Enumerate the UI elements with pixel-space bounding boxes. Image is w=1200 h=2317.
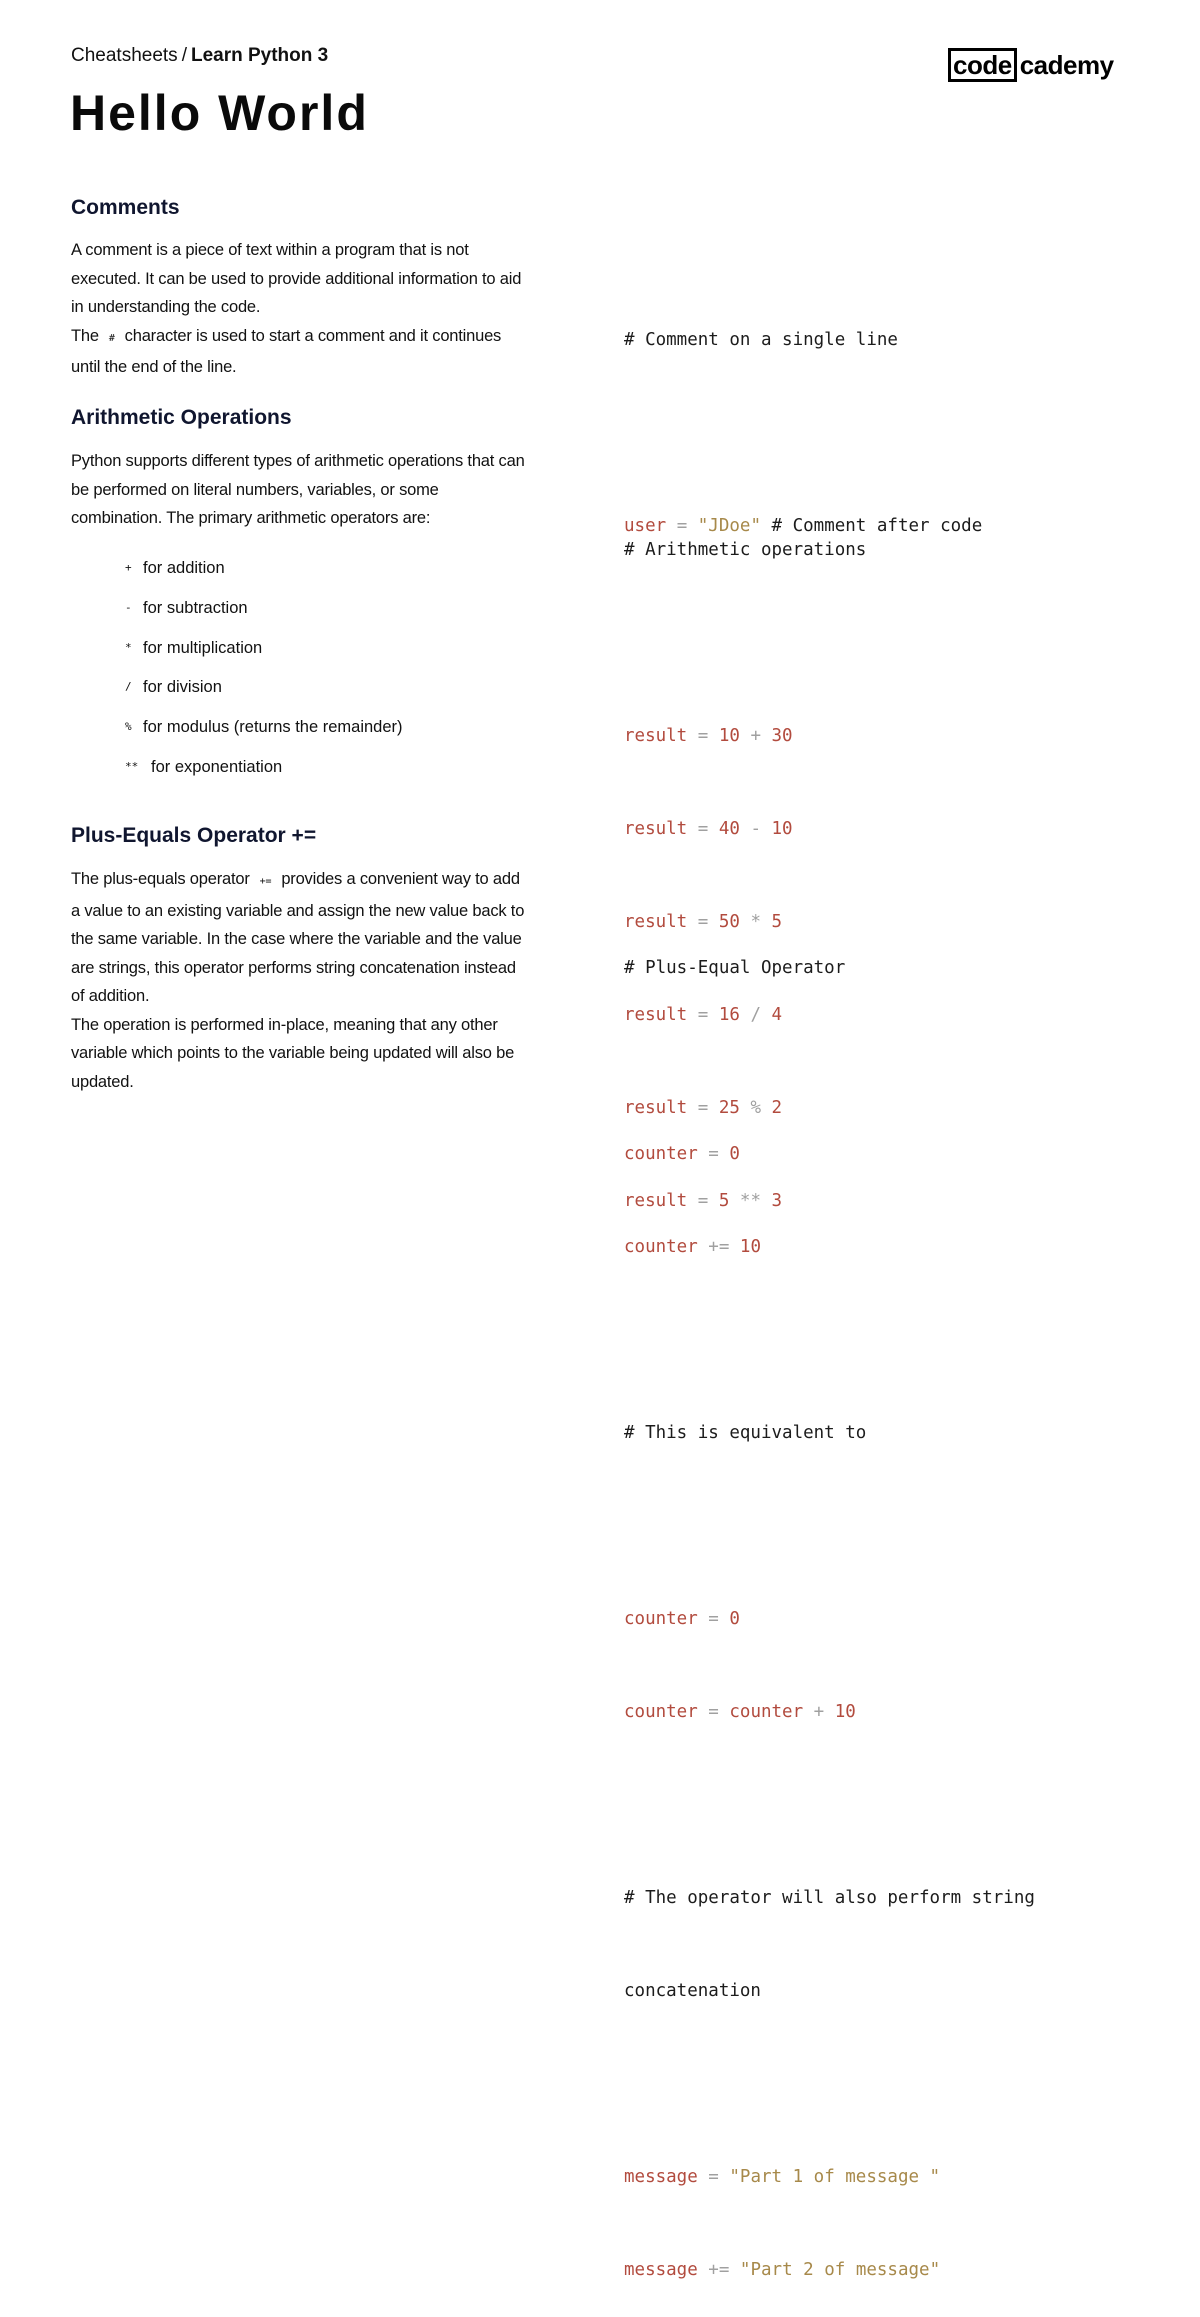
code-number: 10 bbox=[771, 819, 793, 839]
operator-symbol: / bbox=[125, 680, 132, 694]
code-line: result = 10 + 30 bbox=[624, 721, 866, 752]
code-number: 30 bbox=[771, 726, 793, 746]
operator-list: + for addition - for subtraction * for mult… bbox=[125, 557, 403, 796]
code-variable: result bbox=[624, 726, 688, 746]
code-number: 10 bbox=[718, 726, 740, 746]
arithmetic-description: Python supports different types of arith… bbox=[71, 447, 531, 533]
code-operator: = bbox=[697, 1609, 730, 1629]
code-variable: result bbox=[624, 819, 688, 839]
operator-symbol: % bbox=[125, 720, 132, 734]
arithmetic-para: Python supports different types of arith… bbox=[71, 452, 525, 527]
code-operator: += bbox=[697, 2260, 740, 2280]
code-operator: + bbox=[803, 1702, 835, 1722]
code-number: 0 bbox=[729, 1609, 740, 1629]
text: provides a convenient way to add a value… bbox=[71, 870, 525, 1005]
operator-label: for modulus (returns the remainder) bbox=[143, 718, 403, 737]
code-line: message = "Part 1 of message " bbox=[624, 2162, 1035, 2193]
breadcrumb-current-link[interactable]: Learn Python 3 bbox=[191, 45, 328, 66]
page-title: Hello World bbox=[70, 85, 369, 141]
operator-label: for subtraction bbox=[143, 598, 248, 617]
operator-symbol: ** bbox=[125, 759, 139, 773]
code-operator: = bbox=[697, 1144, 730, 1164]
comments-description: A comment is a piece of text within a pr… bbox=[71, 236, 531, 382]
code-number: 0 bbox=[729, 1144, 740, 1164]
operator-label: for exponentiation bbox=[151, 757, 283, 776]
code-comment: concatenation bbox=[624, 1981, 761, 2001]
operator-list-item: + for addition bbox=[125, 557, 403, 597]
operator-symbol: - bbox=[125, 600, 132, 614]
code-number: 10 bbox=[834, 1702, 856, 1722]
code-comment: # Comment on a single line bbox=[624, 330, 898, 350]
code-comment: # Arithmetic operations bbox=[624, 540, 867, 560]
comments-para-1: A comment is a piece of text within a pr… bbox=[71, 241, 522, 316]
inline-code-hash: # bbox=[108, 332, 115, 344]
code-operator: = bbox=[697, 1702, 730, 1722]
code-operator: = bbox=[687, 819, 719, 839]
code-line: result = 40 - 10 bbox=[624, 814, 866, 845]
section-heading-plus-equals: Plus-Equals Operator += bbox=[71, 824, 317, 847]
code-operator: = bbox=[687, 726, 719, 746]
code-comment: # The operator will also perform string bbox=[624, 1888, 1035, 1908]
code-number: 40 bbox=[718, 819, 740, 839]
plus-equals-para-1: The plus-equals operator += provides a con… bbox=[71, 865, 531, 1011]
code-string: "Part 1 of message " bbox=[729, 2167, 941, 2187]
code-comment: # Plus-Equal Operator bbox=[624, 958, 846, 978]
code-variable: counter bbox=[729, 1702, 804, 1722]
code-operator: + bbox=[739, 726, 772, 746]
code-variable: counter bbox=[624, 1702, 698, 1722]
operator-label: for addition bbox=[143, 559, 225, 577]
section-heading-comments: Comments bbox=[71, 196, 180, 219]
operator-label: for multiplication bbox=[143, 638, 263, 657]
code-number: 10 bbox=[739, 1237, 761, 1257]
code-variable: counter bbox=[624, 1609, 698, 1629]
code-block-plus-equals: # Plus-Equal Operator counter = 0 counte… bbox=[624, 891, 1035, 2317]
comments-para-2: The # character is used to start a comment… bbox=[71, 322, 531, 382]
code-line: message += "Part 2 of message" bbox=[624, 2255, 1035, 2286]
operator-list-item: / for division bbox=[125, 676, 403, 716]
code-string: "Part 2 of message" bbox=[739, 2260, 941, 2280]
code-operator: - bbox=[739, 819, 772, 839]
code-line: counter = 0 bbox=[624, 1604, 1035, 1635]
code-variable: counter bbox=[624, 1144, 698, 1164]
breadcrumb-root-link[interactable]: Cheatsheets bbox=[71, 45, 178, 66]
logo-rest-text: cademy bbox=[1019, 50, 1114, 80]
breadcrumb-separator: / bbox=[181, 45, 187, 66]
text: The plus-equals operator bbox=[71, 870, 250, 888]
operator-list-item: * for multiplication bbox=[125, 637, 403, 677]
logo-boxed-text: code bbox=[948, 48, 1017, 82]
code-operator: = bbox=[697, 2167, 730, 2187]
codecademy-logo[interactable]: code cademy bbox=[948, 48, 1114, 82]
operator-symbol: + bbox=[125, 561, 132, 574]
code-variable: counter bbox=[624, 1237, 698, 1257]
code-operator: += bbox=[697, 1237, 740, 1257]
code-line: counter += 10 bbox=[624, 1232, 1035, 1263]
section-heading-arithmetic: Arithmetic Operations bbox=[71, 406, 292, 429]
code-line: counter = 0 bbox=[624, 1139, 1035, 1170]
operator-label: for division bbox=[143, 678, 222, 697]
operator-list-item: % for modulus (returns the remainder) bbox=[125, 716, 403, 756]
operator-list-item: - for subtraction bbox=[125, 597, 403, 637]
code-variable: message bbox=[624, 2260, 698, 2280]
plus-equals-para-2: The operation is performed in-place, mea… bbox=[71, 1015, 515, 1091]
breadcrumb: Cheatsheets / Learn Python 3 bbox=[71, 45, 328, 67]
code-line: counter = counter + 10 bbox=[624, 1697, 1035, 1728]
plus-equals-description: The plus-equals operator += provides a con… bbox=[71, 865, 531, 1096]
text: character is used to start a comment and… bbox=[71, 326, 502, 377]
text: The bbox=[71, 326, 99, 345]
code-comment: # This is equivalent to bbox=[624, 1423, 867, 1443]
operator-symbol: * bbox=[125, 640, 132, 654]
code-variable: message bbox=[624, 2167, 698, 2187]
operator-list-item: ** for exponentiation bbox=[125, 756, 403, 796]
inline-code-plus-equals: += bbox=[259, 876, 272, 887]
